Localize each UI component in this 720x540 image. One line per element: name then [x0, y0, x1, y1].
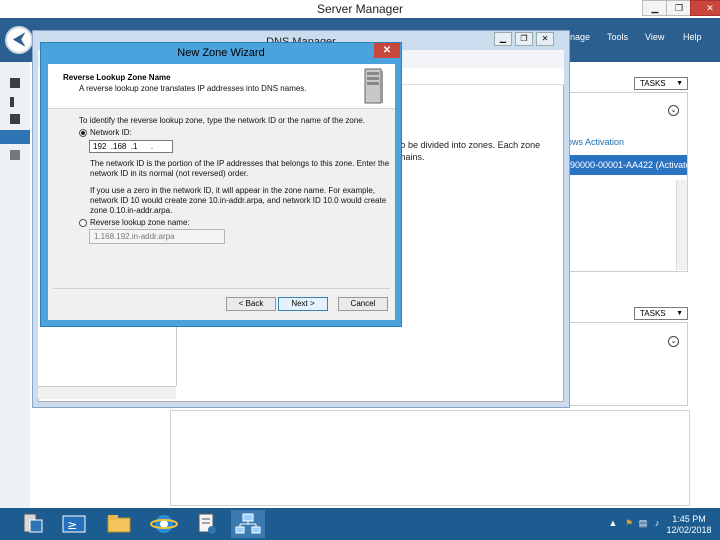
zero-help-text: If you use a zero in the network ID, it … [90, 186, 387, 215]
tasks-dropdown-2[interactable]: TASKS ▼ [634, 307, 688, 320]
expand-circle-icon[interactable]: ⌄ [668, 105, 679, 116]
tray-chevron-icon[interactable]: ▲ [608, 518, 618, 528]
dns-tree-scrollbar[interactable] [38, 386, 176, 399]
taskbar-clock[interactable]: 1:45 PM 12/02/2018 [664, 514, 714, 536]
server-manager-title: Server Manager [316, 2, 404, 16]
properties-panel [566, 92, 688, 272]
back-arrow-icon[interactable]: ⮜ [5, 26, 33, 54]
network-id-input[interactable]: 192 .168 .1 . [89, 140, 173, 153]
panel-scrollbar[interactable] [676, 180, 687, 270]
zone-name-radio[interactable] [79, 219, 87, 227]
menu-help[interactable]: Help [683, 32, 702, 42]
next-button[interactable]: Next > [278, 297, 328, 311]
cancel-button[interactable]: Cancel [338, 297, 388, 311]
dns-minimize-button[interactable]: ▁ [494, 32, 512, 46]
sidebar-item-dns[interactable] [0, 130, 30, 144]
dns-description-text: to be divided into zones. Each zone main… [398, 140, 541, 162]
menu-tools[interactable]: Tools [607, 32, 628, 42]
local-server-icon[interactable] [10, 97, 14, 107]
server-icon [364, 68, 383, 104]
tasks-label: TASKS [640, 79, 666, 88]
file-services-icon[interactable] [10, 150, 20, 160]
dashboard-icon[interactable] [10, 78, 20, 88]
menu-manage[interactable]: nage [570, 32, 590, 42]
wizard-subheading: A reverse lookup zone translates IP addr… [79, 84, 307, 93]
powershell-icon[interactable]: ≥ [57, 510, 91, 538]
wizard-heading: Reverse Lookup Zone Name [63, 73, 171, 82]
tasks-dropdown-1[interactable]: TASKS ▼ [634, 77, 688, 90]
network-id-label: Network ID: [90, 128, 132, 137]
network-id-radio[interactable] [79, 129, 87, 137]
expand-circle-icon[interactable]: ⌄ [668, 336, 679, 347]
product-id-row[interactable]: -90000-00001-AA422 (Activated) [567, 155, 687, 175]
wizard-separator [53, 288, 390, 289]
server-manager-icon[interactable] [16, 510, 50, 538]
zone-name-input[interactable]: 1.168.192.in-addr.arpa [89, 229, 225, 244]
zone-name-label: Reverse lookup zone name: [90, 218, 190, 227]
network-status-icon[interactable]: ▤ [638, 518, 648, 528]
events-panel [566, 322, 688, 406]
network-id-help-text: The network ID is the portion of the IP … [90, 159, 390, 178]
svg-text:≥: ≥ [67, 518, 77, 532]
tasks-label: TASKS [640, 309, 666, 318]
sm-restore-button[interactable]: ❐ [666, 0, 692, 16]
network-icon[interactable] [231, 510, 265, 538]
wizard-title: New Zone Wizard [177, 47, 265, 59]
internet-explorer-icon[interactable] [147, 510, 181, 538]
lower-content-area [170, 410, 690, 506]
chevron-down-icon: ▼ [676, 310, 683, 317]
dns-tool-icon[interactable] [190, 510, 224, 538]
chevron-down-icon: ▼ [676, 80, 683, 87]
wizard-instruction: To identify the reverse lookup zone, typ… [79, 116, 365, 125]
speaker-icon[interactable]: ♪ [652, 518, 662, 528]
sm-close-button[interactable]: ✕ [690, 0, 720, 16]
action-center-flag-icon[interactable]: ⚑ [624, 518, 634, 528]
all-servers-icon[interactable] [10, 114, 20, 124]
server-manager-sidebar [0, 62, 30, 508]
dns-close-button[interactable]: ✕ [536, 32, 554, 46]
clock-date: 12/02/2018 [666, 525, 712, 535]
wizard-close-button[interactable]: ✕ [374, 43, 400, 58]
back-button[interactable]: < Back [226, 297, 276, 311]
clock-time: 1:45 PM [672, 514, 706, 524]
sm-minimize-button[interactable]: ▁ [642, 0, 668, 16]
menu-view[interactable]: View [645, 32, 664, 42]
file-explorer-icon[interactable] [102, 510, 136, 538]
windows-activation-link[interactable]: ows Activation [567, 137, 624, 147]
dns-restore-button[interactable]: ❐ [515, 32, 533, 46]
